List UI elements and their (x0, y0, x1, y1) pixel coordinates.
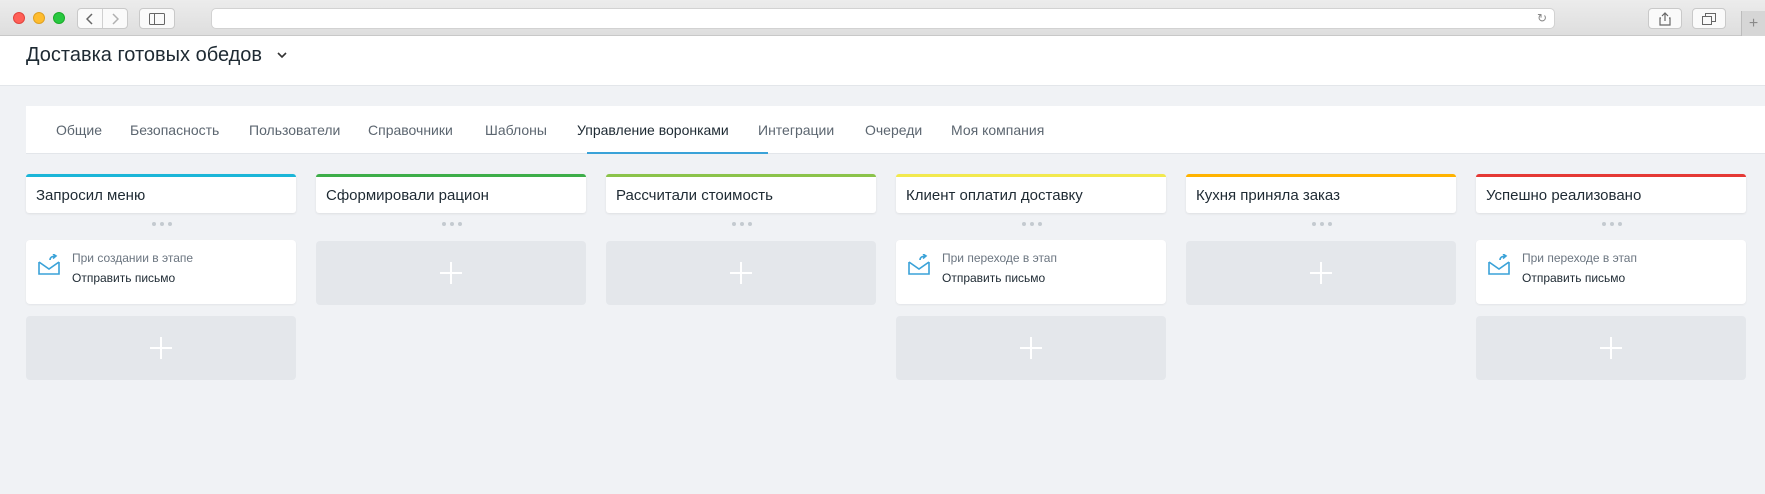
plus-icon (440, 262, 462, 284)
drag-handle-icon[interactable] (732, 222, 752, 226)
stage-column: Запросил меню При создании в этапе Отпра… (26, 174, 296, 380)
close-window-button[interactable] (13, 12, 25, 24)
chevron-right-icon (112, 12, 120, 25)
add-automation-button[interactable] (316, 241, 586, 305)
zoom-window-button[interactable] (53, 12, 65, 24)
automation-trigger: При переходе в этап (942, 251, 1057, 265)
tabs-icon (1702, 12, 1716, 25)
stage-header[interactable]: Сформировали рацион (316, 174, 586, 213)
plus-icon (150, 337, 172, 359)
active-tab-indicator (587, 152, 768, 154)
automation-action: Отправить письмо (942, 271, 1046, 285)
stage-column: Клиент оплатил доставку При переходе в э… (896, 174, 1166, 380)
sidebar-toggle-button[interactable] (139, 8, 175, 29)
show-tabs-button[interactable] (1692, 8, 1726, 29)
stage-column: Сформировали рацион (316, 174, 586, 305)
stage-title: Сформировали рацион (326, 187, 489, 204)
automation-card[interactable]: При переходе в этап Отправить письмо (896, 240, 1166, 304)
add-automation-button[interactable] (1476, 316, 1746, 380)
forward-button[interactable] (102, 9, 127, 28)
drag-handle-icon[interactable] (1022, 222, 1042, 226)
tab-queues[interactable]: Очереди (865, 106, 922, 154)
stage-title: Запросил меню (36, 187, 146, 204)
address-bar[interactable]: ↻ (211, 8, 1555, 29)
funnel-title[interactable]: Доставка готовых обедов (26, 44, 262, 67)
add-automation-button[interactable] (896, 316, 1166, 380)
drag-handle-icon[interactable] (152, 222, 172, 226)
history-nav (77, 8, 128, 29)
automation-card[interactable]: При создании в этапе Отправить письмо (26, 240, 296, 304)
mail-send-icon (38, 254, 60, 275)
stage-title: Успешно реализовано (1486, 187, 1642, 204)
stage-header[interactable]: Кухня приняла заказ (1186, 174, 1456, 213)
stage-column: Кухня приняла заказ (1186, 174, 1456, 305)
minimize-window-button[interactable] (33, 12, 45, 24)
plus-icon (1600, 337, 1622, 359)
drag-handle-icon[interactable] (1602, 222, 1622, 226)
stage-header[interactable]: Успешно реализовано (1476, 174, 1746, 213)
tab-users[interactable]: Пользователи (249, 106, 340, 154)
tab-funnel-management[interactable]: Управление воронками (577, 106, 729, 154)
plus-icon (1310, 262, 1332, 284)
automation-action: Отправить письмо (1522, 271, 1626, 285)
browser-toolbar: ↻ + (0, 0, 1765, 36)
add-automation-button[interactable] (26, 316, 296, 380)
add-automation-button[interactable] (606, 241, 876, 305)
plus-icon (1020, 337, 1042, 359)
new-tab-button[interactable]: + (1741, 11, 1765, 36)
plus-icon (730, 262, 752, 284)
app-header: Доставка готовых обедов (0, 36, 1765, 86)
stage-column: Успешно реализовано При переходе в этап … (1476, 174, 1746, 380)
automation-trigger: При создании в этапе (72, 251, 194, 265)
drag-handle-icon[interactable] (442, 222, 462, 226)
automation-action: Отправить письмо (72, 271, 176, 285)
tab-general[interactable]: Общие (56, 106, 102, 154)
stage-title: Клиент оплатил доставку (906, 187, 1083, 204)
tab-templates[interactable]: Шаблоны (485, 106, 547, 154)
share-button[interactable] (1648, 8, 1682, 29)
tab-directories[interactable]: Справочники (368, 106, 453, 154)
stage-title: Кухня приняла заказ (1196, 187, 1340, 204)
stage-title: Рассчитали стоимость (616, 187, 773, 204)
stage-header[interactable]: Запросил меню (26, 174, 296, 213)
back-button[interactable] (78, 9, 102, 28)
settings-tabs: Общие Безопасность Пользователи Справочн… (26, 106, 1765, 154)
stage-header[interactable]: Клиент оплатил доставку (896, 174, 1166, 213)
sidebar-icon (149, 12, 165, 25)
automation-card[interactable]: При переходе в этап Отправить письмо (1476, 240, 1746, 304)
drag-handle-icon[interactable] (1312, 222, 1332, 226)
automation-trigger: При переходе в этап (1522, 251, 1637, 265)
chevron-left-icon (86, 12, 93, 25)
stage-column: Рассчитали стоимость (606, 174, 876, 305)
stage-header[interactable]: Рассчитали стоимость (606, 174, 876, 213)
chevron-down-icon[interactable] (275, 48, 289, 62)
add-automation-button[interactable] (1186, 241, 1456, 305)
tab-my-company[interactable]: Моя компания (951, 106, 1044, 154)
mail-send-icon (908, 254, 930, 275)
reload-icon[interactable]: ↻ (1537, 11, 1547, 25)
mail-send-icon (1488, 254, 1510, 275)
share-icon (1659, 11, 1671, 26)
tab-security[interactable]: Безопасность (130, 106, 219, 154)
tab-integrations[interactable]: Интеграции (758, 106, 834, 154)
